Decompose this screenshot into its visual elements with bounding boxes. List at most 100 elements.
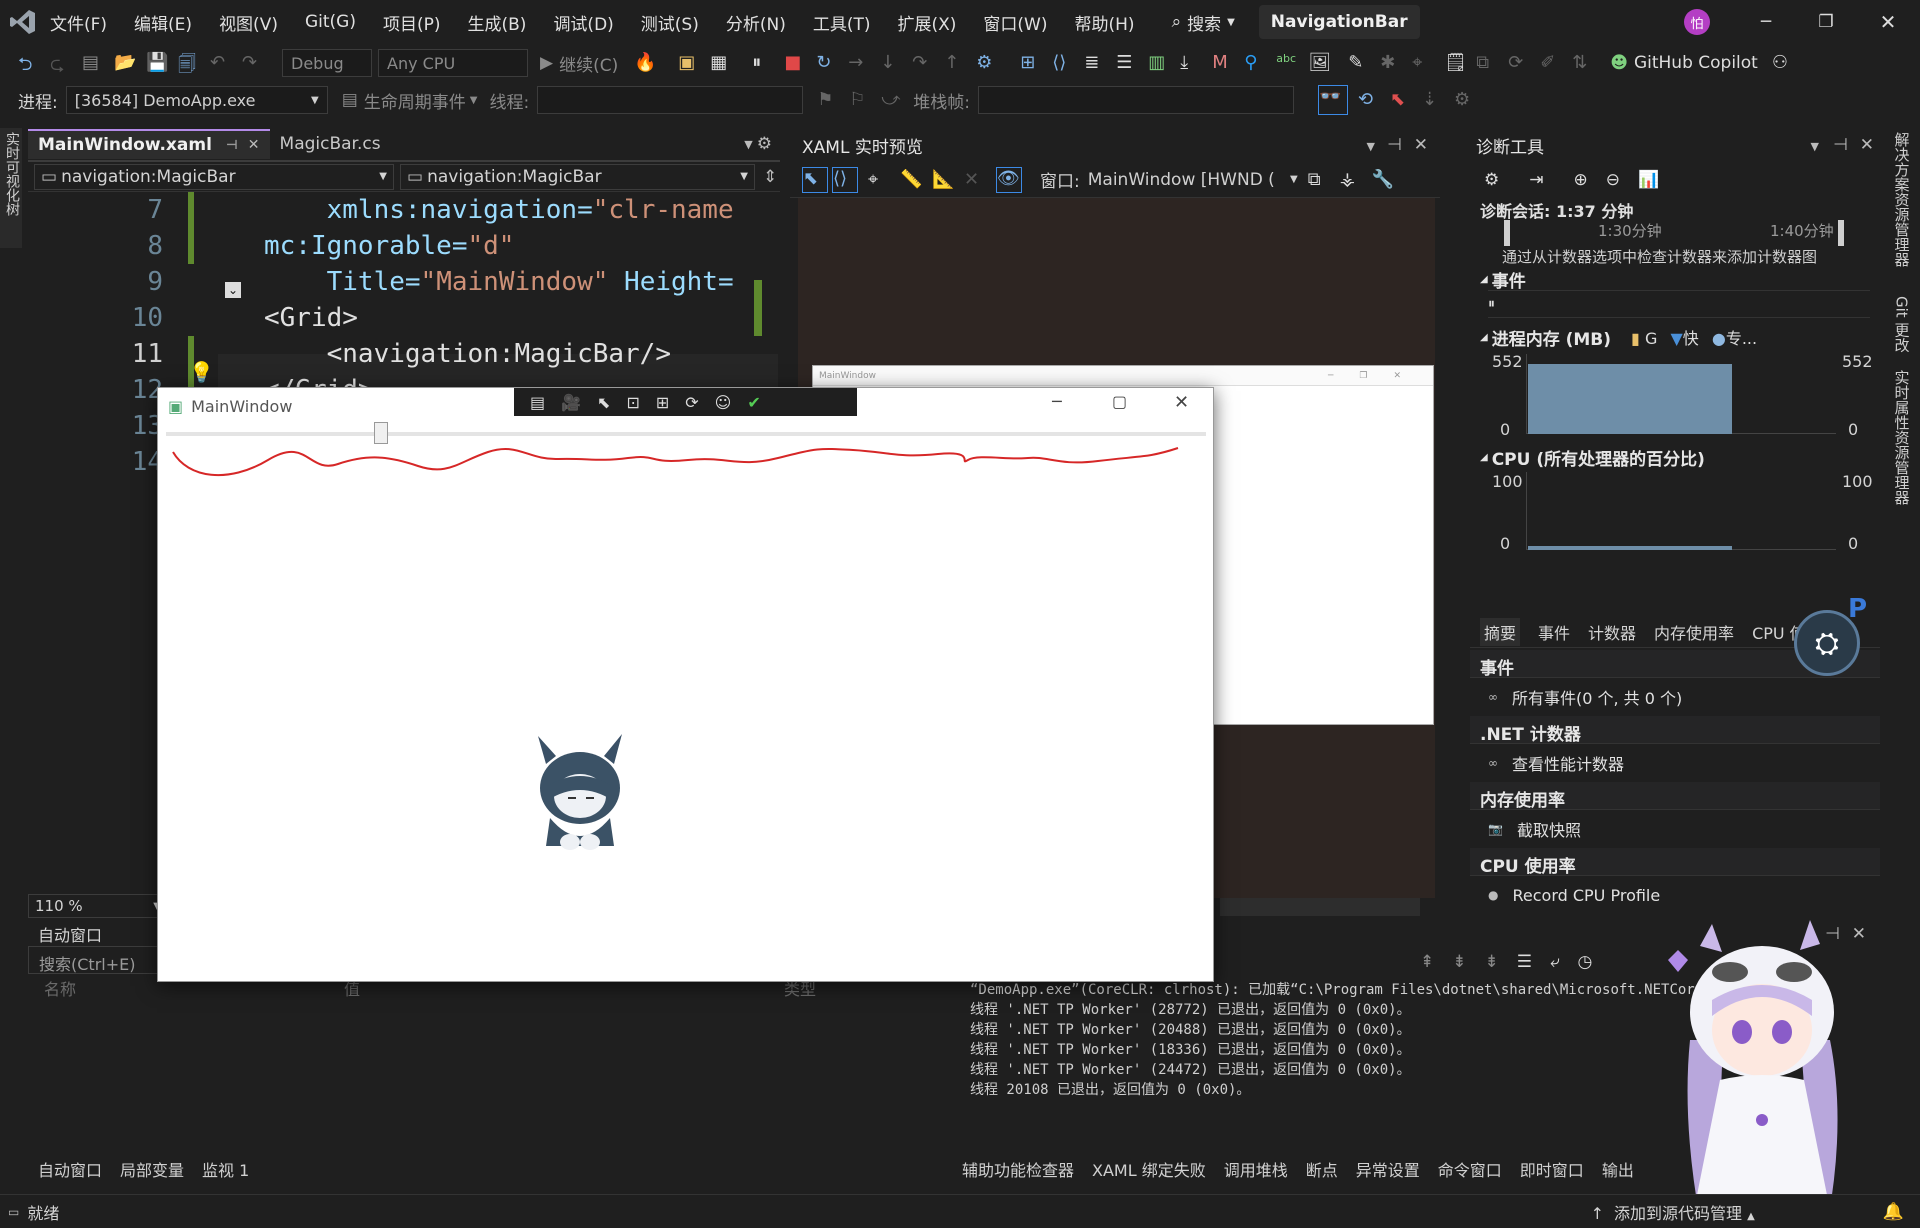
minimize-button[interactable]: ─ [1052,392,1062,411]
stop-icon[interactable]: ■ [784,52,806,74]
output-panel-tab[interactable]: 输出 [1602,1157,1634,1181]
search-box[interactable]: ⌕ 搜索 ▼ [1172,10,1235,35]
summary-section-action[interactable]: ● Record CPU Profile [1470,876,1880,914]
output-panel-tab[interactable]: 即时窗口 [1520,1157,1584,1181]
tab-overflow-icon[interactable]: ▼ [744,138,752,151]
select-element-icon[interactable]: ⬉ [802,166,828,193]
list-icon[interactable]: ≣ [1084,52,1106,74]
code-line[interactable]: 10 <Grid> [28,300,780,336]
spell-check-icon[interactable]: abc [1276,52,1298,74]
events-graph-header[interactable]: ◢ 事件 [1480,268,1870,292]
save-all-icon[interactable]: 🗐 [178,52,200,75]
close-button[interactable]: ✕ [1874,8,1902,36]
zoom-dropdown[interactable]: 110 %▼ [28,894,168,918]
tab-summary[interactable]: 摘要 [1480,617,1521,646]
brush-icon[interactable]: ⌖ [1412,52,1434,74]
tab-watch-1[interactable]: 监视 1 [202,1157,249,1181]
next-message-icon[interactable]: ⇟ [1485,952,1499,972]
tab-locals[interactable]: 局部变量 [120,1157,184,1181]
word-wrap-icon[interactable]: ⤶ [1550,952,1560,972]
new-project-icon[interactable]: ▤ [82,52,104,74]
tab-autos[interactable]: 自动窗口 [38,1157,102,1181]
menu-item[interactable]: 窗口(W) [983,10,1047,35]
flag-all-icon[interactable]: ⚐ [849,89,871,111]
restart-icon[interactable]: ↻ [816,52,838,74]
align-icon[interactable]: ☰ [1116,52,1138,74]
horizontal-scrollbar[interactable] [1220,898,1420,916]
account-avatar[interactable]: 怕 [1684,9,1710,35]
pop-out-icon[interactable]: ⧉ [1308,169,1330,191]
menu-item[interactable]: 项目(P) [383,10,441,35]
member-dropdown[interactable]: ▭ navigation:MagicBar ▼ [400,163,755,190]
close-icon[interactable]: ✕ [248,137,260,153]
back-icon[interactable]: ⮌ [18,52,40,75]
hot-reload-refresh-icon[interactable]: ⟲ [1358,89,1380,111]
github-copilot-button[interactable]: ☻ GitHub Copilot [1610,53,1758,73]
code-line[interactable]: 8 mc:Ignorable="d" [28,228,780,264]
step-back-icon[interactable]: ↷ [912,52,934,74]
step-over-icon[interactable]: → [848,52,870,74]
tab-events[interactable]: 事件 [1538,620,1570,644]
glasses-icon[interactable]: 👓 [1317,85,1348,115]
chevron-down-icon[interactable]: ▼ [1810,140,1818,153]
split-icon[interactable]: ⇕ [763,167,777,187]
save-icon[interactable]: 💾 [146,52,168,74]
menu-item[interactable]: 分析(N) [726,10,786,35]
cpu-graph-header[interactable]: ◢ CPU (所有处理器的百分比) [1480,442,1870,472]
continue-button[interactable]: ▶ 继续(C) [540,51,618,76]
tools-icon[interactable]: 🔧 [1372,169,1394,191]
output-panel-tab[interactable]: 断点 [1306,1157,1338,1181]
find-message-icon[interactable]: ⇞ [1420,952,1434,972]
forward-icon[interactable]: ⮎ [50,52,72,75]
platform-dropdown[interactable]: Any CPU [378,49,528,77]
chart-icon[interactable]: 📊 [1638,170,1659,190]
download-icon[interactable]: ⤓ [1180,52,1202,74]
gear-icon[interactable]: ⚙ [1484,170,1499,190]
type-dropdown[interactable]: ▭ navigation:MagicBar ▼ [34,163,394,190]
configuration-dropdown[interactable]: Debug [282,49,372,77]
pause-icon[interactable]: ⏸ [752,52,774,74]
xaml-binding-icon[interactable]: ⟨⟩ [1052,52,1074,74]
step-into-icon[interactable]: ↓ [880,52,902,74]
refresh-icon[interactable]: ⟳ [1508,52,1530,74]
ruler-icon[interactable]: 📏 [900,169,922,191]
stack-frame-dropdown[interactable] [977,86,1294,114]
process-dropdown[interactable]: [36584] DemoApp.exe ▼ [65,86,328,114]
window-dropdown[interactable]: MainWindow [HWND (▼ [1088,170,1298,190]
menu-item[interactable]: Git(G) [305,12,356,32]
maximize-button[interactable]: ▢ [1112,392,1127,411]
menu-item[interactable]: 扩展(X) [898,10,957,35]
minimize-button[interactable]: ─ [1752,8,1780,36]
location-icon[interactable]: ⚲ [1244,52,1266,74]
gear-icon[interactable]: ⚙ [757,134,772,154]
display-layout-icon[interactable]: ⊡ [626,393,639,412]
output-panel-tab[interactable]: 辅助功能检查器 [962,1157,1074,1181]
layout-icon[interactable]: ▦ [710,52,732,74]
clock-icon[interactable]: ◷ [1578,952,1593,972]
undo-icon[interactable]: ↶ [210,52,232,74]
code-line[interactable]: 7 xmlns:navigation="clr-name [28,192,780,228]
track-focus-icon[interactable]: ⊞ [656,393,669,412]
hot-reload-icon[interactable]: ⟳ [685,393,698,412]
close-preview-icon[interactable]: ✕ [964,169,986,191]
redo-icon[interactable]: ↷ [242,52,264,74]
zoom-out-icon[interactable]: ⊖ [1606,170,1620,190]
output-panel-tab[interactable]: 异常设置 [1356,1157,1420,1181]
show-preview-icon[interactable]: 👁 [996,166,1022,193]
clear-all-icon[interactable]: ☰ [1517,952,1532,972]
menu-item[interactable]: 工具(T) [813,10,871,35]
server-icon[interactable]: ▥ [1148,52,1170,74]
hot-reload-icon[interactable]: 🔥 [634,52,656,74]
maximize-button[interactable]: ❐ [1812,8,1840,36]
check-icon[interactable]: ✔ [747,393,760,412]
timeline-handle[interactable] [1504,220,1510,246]
edit-icon[interactable]: ✐ [1540,52,1562,74]
output-panel-tab[interactable]: 调用堆栈 [1224,1157,1288,1181]
flag-icon[interactable]: ⚑ [817,89,839,111]
menu-item[interactable]: 调试(D) [553,10,613,35]
menu-item[interactable]: 编辑(E) [134,10,192,35]
settings-icon[interactable]: ⚙ [1454,89,1476,111]
close-icon[interactable]: ✕ [1414,135,1428,155]
output-panel-tab[interactable]: 命令窗口 [1438,1157,1502,1181]
account-settings-icon[interactable]: ⚇ [1772,52,1794,74]
